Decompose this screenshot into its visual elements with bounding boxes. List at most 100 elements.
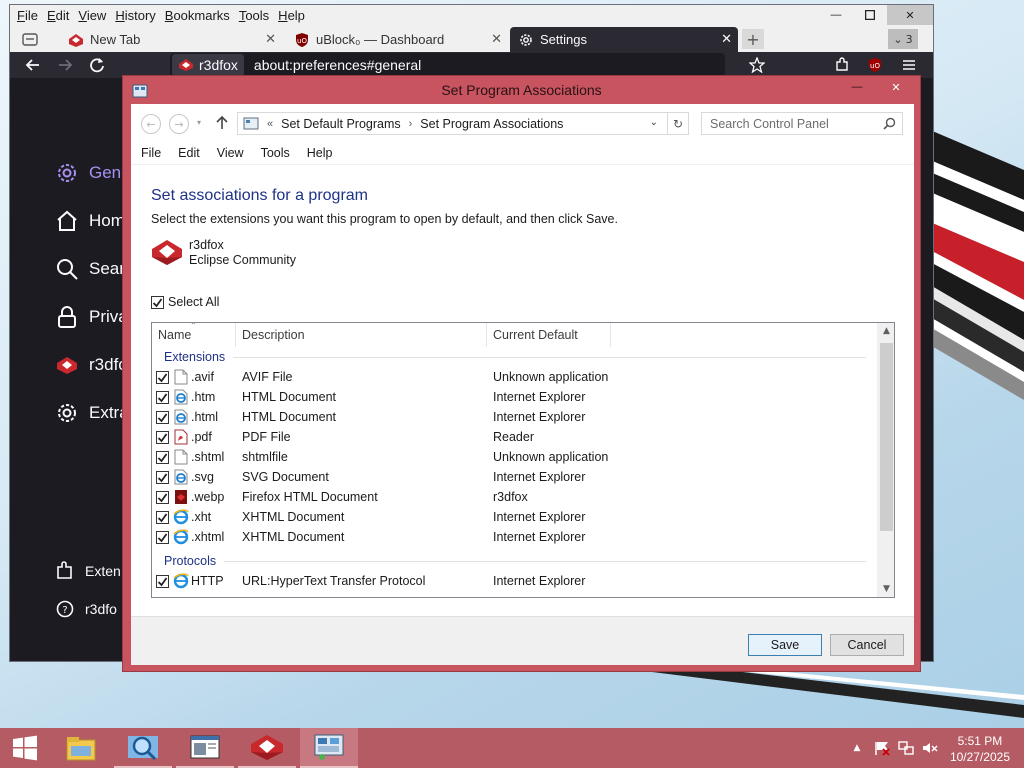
column-header-current-default[interactable]: Current Default	[487, 323, 611, 347]
sidebar-item-general[interactable]: Gene	[55, 160, 131, 186]
checkbox-checked[interactable]	[156, 410, 169, 424]
url-bar[interactable]: r3dfox about:preferences#general	[170, 53, 725, 77]
checkbox-checked[interactable]	[156, 574, 169, 588]
table-row[interactable]: .xhtml XHTML Document Internet Explorer	[156, 527, 878, 547]
close-button[interactable]: ✕	[887, 5, 933, 25]
table-row[interactable]: .avif AVIF File Unknown application	[156, 367, 878, 387]
menu-tools[interactable]: Tools	[236, 8, 275, 23]
sidebar-item-extensions[interactable]: Exten	[55, 558, 121, 584]
site-identity[interactable]: r3dfox	[172, 54, 244, 76]
scroll-down-icon[interactable]: ▼	[878, 581, 894, 597]
volume-muted-icon[interactable]	[920, 728, 940, 768]
checkbox-checked[interactable]	[156, 530, 169, 544]
save-button[interactable]: Save	[748, 634, 822, 656]
taskbar-document-viewer[interactable]	[176, 728, 234, 768]
menu-edit[interactable]: Edit	[178, 146, 200, 160]
forward-icon[interactable]: →	[169, 114, 189, 134]
extensions-icon[interactable]	[833, 56, 851, 74]
table-row[interactable]: .pdf PDF File Reader	[156, 427, 878, 447]
checkbox-checked[interactable]	[156, 510, 169, 524]
sidebar-item-r3dfox[interactable]: r3dfo	[55, 352, 128, 378]
address-bar[interactable]: « Set Default Programs › Set Program Ass…	[237, 112, 689, 135]
back-icon[interactable]: ←	[141, 114, 161, 134]
action-center-flag-icon[interactable]	[872, 728, 892, 768]
associations-list[interactable]: ⌃ Name Description Current Default Exten…	[151, 322, 895, 598]
menu-tools[interactable]: Tools	[261, 146, 290, 160]
tab-ublock-dashboard[interactable]: uO uBlock₀ — Dashboard ✕	[286, 27, 508, 52]
search-input[interactable]: Search Control Panel	[701, 112, 903, 135]
column-header-name[interactable]: ⌃ Name	[152, 323, 236, 347]
cancel-button[interactable]: Cancel	[830, 634, 904, 656]
address-dropdown-icon[interactable]: ⌄	[650, 117, 658, 128]
select-all-checkbox[interactable]: Select All	[151, 295, 219, 309]
table-row[interactable]: .xht XHTML Document Internet Explorer	[156, 507, 878, 527]
menu-help[interactable]: Help	[307, 146, 333, 160]
sidebar-item-support[interactable]: ? r3dfo	[55, 596, 117, 622]
close-tab-icon[interactable]: ✕	[491, 31, 502, 47]
forward-icon[interactable]	[56, 56, 74, 74]
sidebar-item-privacy[interactable]: Priva	[55, 304, 128, 330]
network-icon[interactable]	[896, 728, 916, 768]
scroll-up-icon[interactable]: ▲	[878, 323, 894, 339]
group-header-extensions[interactable]: Extensions	[164, 349, 866, 365]
start-button[interactable]	[0, 728, 50, 768]
scrollbar-thumb[interactable]	[880, 343, 893, 531]
taskbar-magnifier[interactable]	[114, 728, 172, 768]
tab-overflow-button[interactable]: ⌄ 3	[888, 29, 918, 49]
menu-file[interactable]: File	[141, 146, 161, 160]
tab-list-icon[interactable]	[22, 31, 38, 47]
checkbox-checked[interactable]	[156, 450, 169, 464]
system-clock[interactable]: 5:51 PM 10/27/2025	[950, 733, 1010, 765]
close-tab-icon[interactable]: ✕	[721, 31, 732, 47]
menu-view[interactable]: View	[217, 146, 244, 160]
checkbox-checked[interactable]	[156, 470, 169, 484]
taskbar-r3dfox[interactable]	[238, 728, 296, 768]
menu-file[interactable]: File	[14, 8, 44, 23]
breadcrumb-overflow[interactable]: «	[263, 118, 277, 130]
hamburger-menu-icon[interactable]	[900, 56, 918, 74]
table-row[interactable]: .webp Firefox HTML Document r3dfox	[156, 487, 878, 507]
new-tab-button[interactable]: +	[742, 29, 764, 49]
checkbox-checked[interactable]	[156, 490, 169, 504]
breadcrumb-set-program-associations[interactable]: Set Program Associations	[416, 117, 567, 131]
table-row[interactable]: .shtml shtmlfile Unknown application	[156, 447, 878, 467]
close-tab-icon[interactable]: ✕	[265, 31, 276, 47]
bookmark-star-icon[interactable]	[748, 56, 766, 74]
up-icon[interactable]	[215, 115, 229, 131]
checkbox-checked[interactable]	[151, 295, 164, 309]
tab-settings[interactable]: Settings ✕	[510, 27, 738, 52]
minimize-button[interactable]: —	[842, 78, 872, 96]
taskbar-control-panel[interactable]	[300, 728, 358, 768]
group-header-protocols[interactable]: Protocols	[164, 553, 866, 569]
table-row[interactable]: .html HTML Document Internet Explorer	[156, 407, 878, 427]
table-row[interactable]: .svg SVG Document Internet Explorer	[156, 467, 878, 487]
menu-view[interactable]: View	[75, 8, 112, 23]
sidebar-item-home[interactable]: Hom	[55, 208, 125, 234]
breadcrumb-set-default-programs[interactable]: Set Default Programs	[277, 117, 405, 131]
taskbar-file-explorer[interactable]	[52, 728, 110, 768]
vertical-scrollbar[interactable]: ▲ ▼	[877, 323, 894, 597]
menu-edit[interactable]: Edit	[44, 8, 75, 23]
checkbox-checked[interactable]	[156, 430, 169, 444]
checkbox-checked[interactable]	[156, 390, 169, 404]
recent-dropdown-icon[interactable]: ▾	[197, 118, 201, 127]
table-row[interactable]: HTTP URL:HyperText Transfer Protocol Inter…	[156, 571, 878, 591]
menu-bookmarks[interactable]: Bookmarks	[162, 8, 236, 23]
back-icon[interactable]	[24, 56, 42, 74]
home-icon	[57, 210, 77, 231]
show-hidden-icons-icon[interactable]: ▲	[850, 728, 864, 768]
close-button[interactable]: ✕	[873, 78, 919, 96]
table-row[interactable]: .htm HTML Document Internet Explorer	[156, 387, 878, 407]
dialog-titlebar[interactable]: Set Program Associations — ✕	[123, 76, 920, 104]
maximize-button[interactable]	[853, 5, 887, 25]
ublock-icon[interactable]: uO	[866, 56, 884, 74]
tab-new-tab[interactable]: New Tab ✕	[60, 27, 282, 52]
sidebar-item-extras[interactable]: Extra	[55, 400, 129, 426]
reload-icon[interactable]	[88, 56, 106, 74]
column-header-description[interactable]: Description	[236, 323, 487, 347]
checkbox-checked[interactable]	[156, 370, 169, 384]
menu-history[interactable]: History	[112, 8, 161, 23]
minimize-button[interactable]: —	[819, 5, 853, 25]
refresh-icon[interactable]: ↻	[667, 112, 689, 135]
menu-help[interactable]: Help	[275, 8, 311, 23]
